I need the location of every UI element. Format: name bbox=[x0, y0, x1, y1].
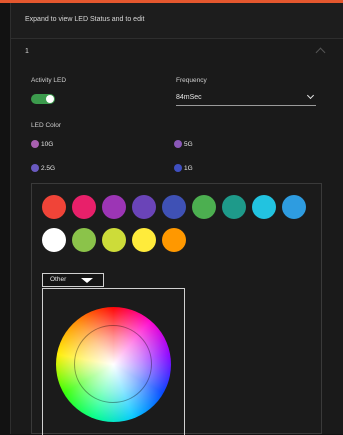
expand-header[interactable]: Expand to view LED Status and to edit bbox=[10, 3, 343, 39]
led-10g-label: 10G bbox=[41, 140, 54, 148]
frequency-label: Frequency bbox=[176, 77, 207, 84]
color-swatch[interactable] bbox=[132, 228, 156, 252]
expand-header-label: Expand to view LED Status and to edit bbox=[25, 16, 145, 23]
led-color-label: LED Color bbox=[31, 122, 61, 129]
led-5g[interactable]: 5G bbox=[174, 140, 193, 148]
activity-led-toggle[interactable] bbox=[31, 94, 55, 104]
picker-mode-label: Other bbox=[50, 276, 67, 283]
color-swatch[interactable] bbox=[132, 195, 156, 219]
color-swatch[interactable] bbox=[162, 195, 186, 219]
led-5g-dot bbox=[174, 140, 182, 148]
color-swatch[interactable] bbox=[222, 195, 246, 219]
picker-mode-dropdown[interactable]: Other bbox=[42, 273, 104, 287]
color-swatch[interactable] bbox=[102, 228, 126, 252]
chevron-down-icon bbox=[306, 91, 315, 100]
color-swatch[interactable] bbox=[42, 228, 66, 252]
color-picker-popover: Other bbox=[31, 183, 322, 435]
led-2-5g-dot bbox=[31, 164, 39, 172]
color-wheel-panel bbox=[42, 288, 185, 435]
color-wheel-inner-ring bbox=[74, 325, 152, 403]
color-swatch[interactable] bbox=[42, 195, 66, 219]
color-swatch[interactable] bbox=[252, 195, 276, 219]
frequency-value: 84mSec bbox=[176, 94, 202, 101]
led-1g[interactable]: 1G bbox=[174, 164, 193, 172]
frequency-select[interactable]: 84mSec bbox=[176, 91, 316, 106]
color-swatch[interactable] bbox=[72, 228, 96, 252]
color-swatch[interactable] bbox=[102, 195, 126, 219]
led-1g-label: 1G bbox=[184, 164, 193, 172]
led-2-5g[interactable]: 2.5G bbox=[31, 164, 55, 172]
color-swatch[interactable] bbox=[162, 228, 186, 252]
led-2-5g-label: 2.5G bbox=[41, 164, 56, 172]
led-10g-dot bbox=[31, 140, 39, 148]
section-number: 1 bbox=[25, 48, 29, 55]
color-wheel[interactable] bbox=[56, 307, 171, 422]
collapse-chevron-icon[interactable] bbox=[315, 47, 326, 58]
caret-down-icon bbox=[81, 278, 93, 283]
led-1g-dot bbox=[174, 164, 182, 172]
led-5g-label: 5G bbox=[184, 140, 193, 148]
led-10g[interactable]: 10G bbox=[31, 140, 53, 148]
activity-led-label: Activity LED bbox=[31, 77, 67, 84]
color-swatch[interactable] bbox=[282, 195, 306, 219]
toggle-knob bbox=[46, 95, 54, 103]
color-swatch[interactable] bbox=[192, 195, 216, 219]
color-swatch[interactable] bbox=[72, 195, 96, 219]
